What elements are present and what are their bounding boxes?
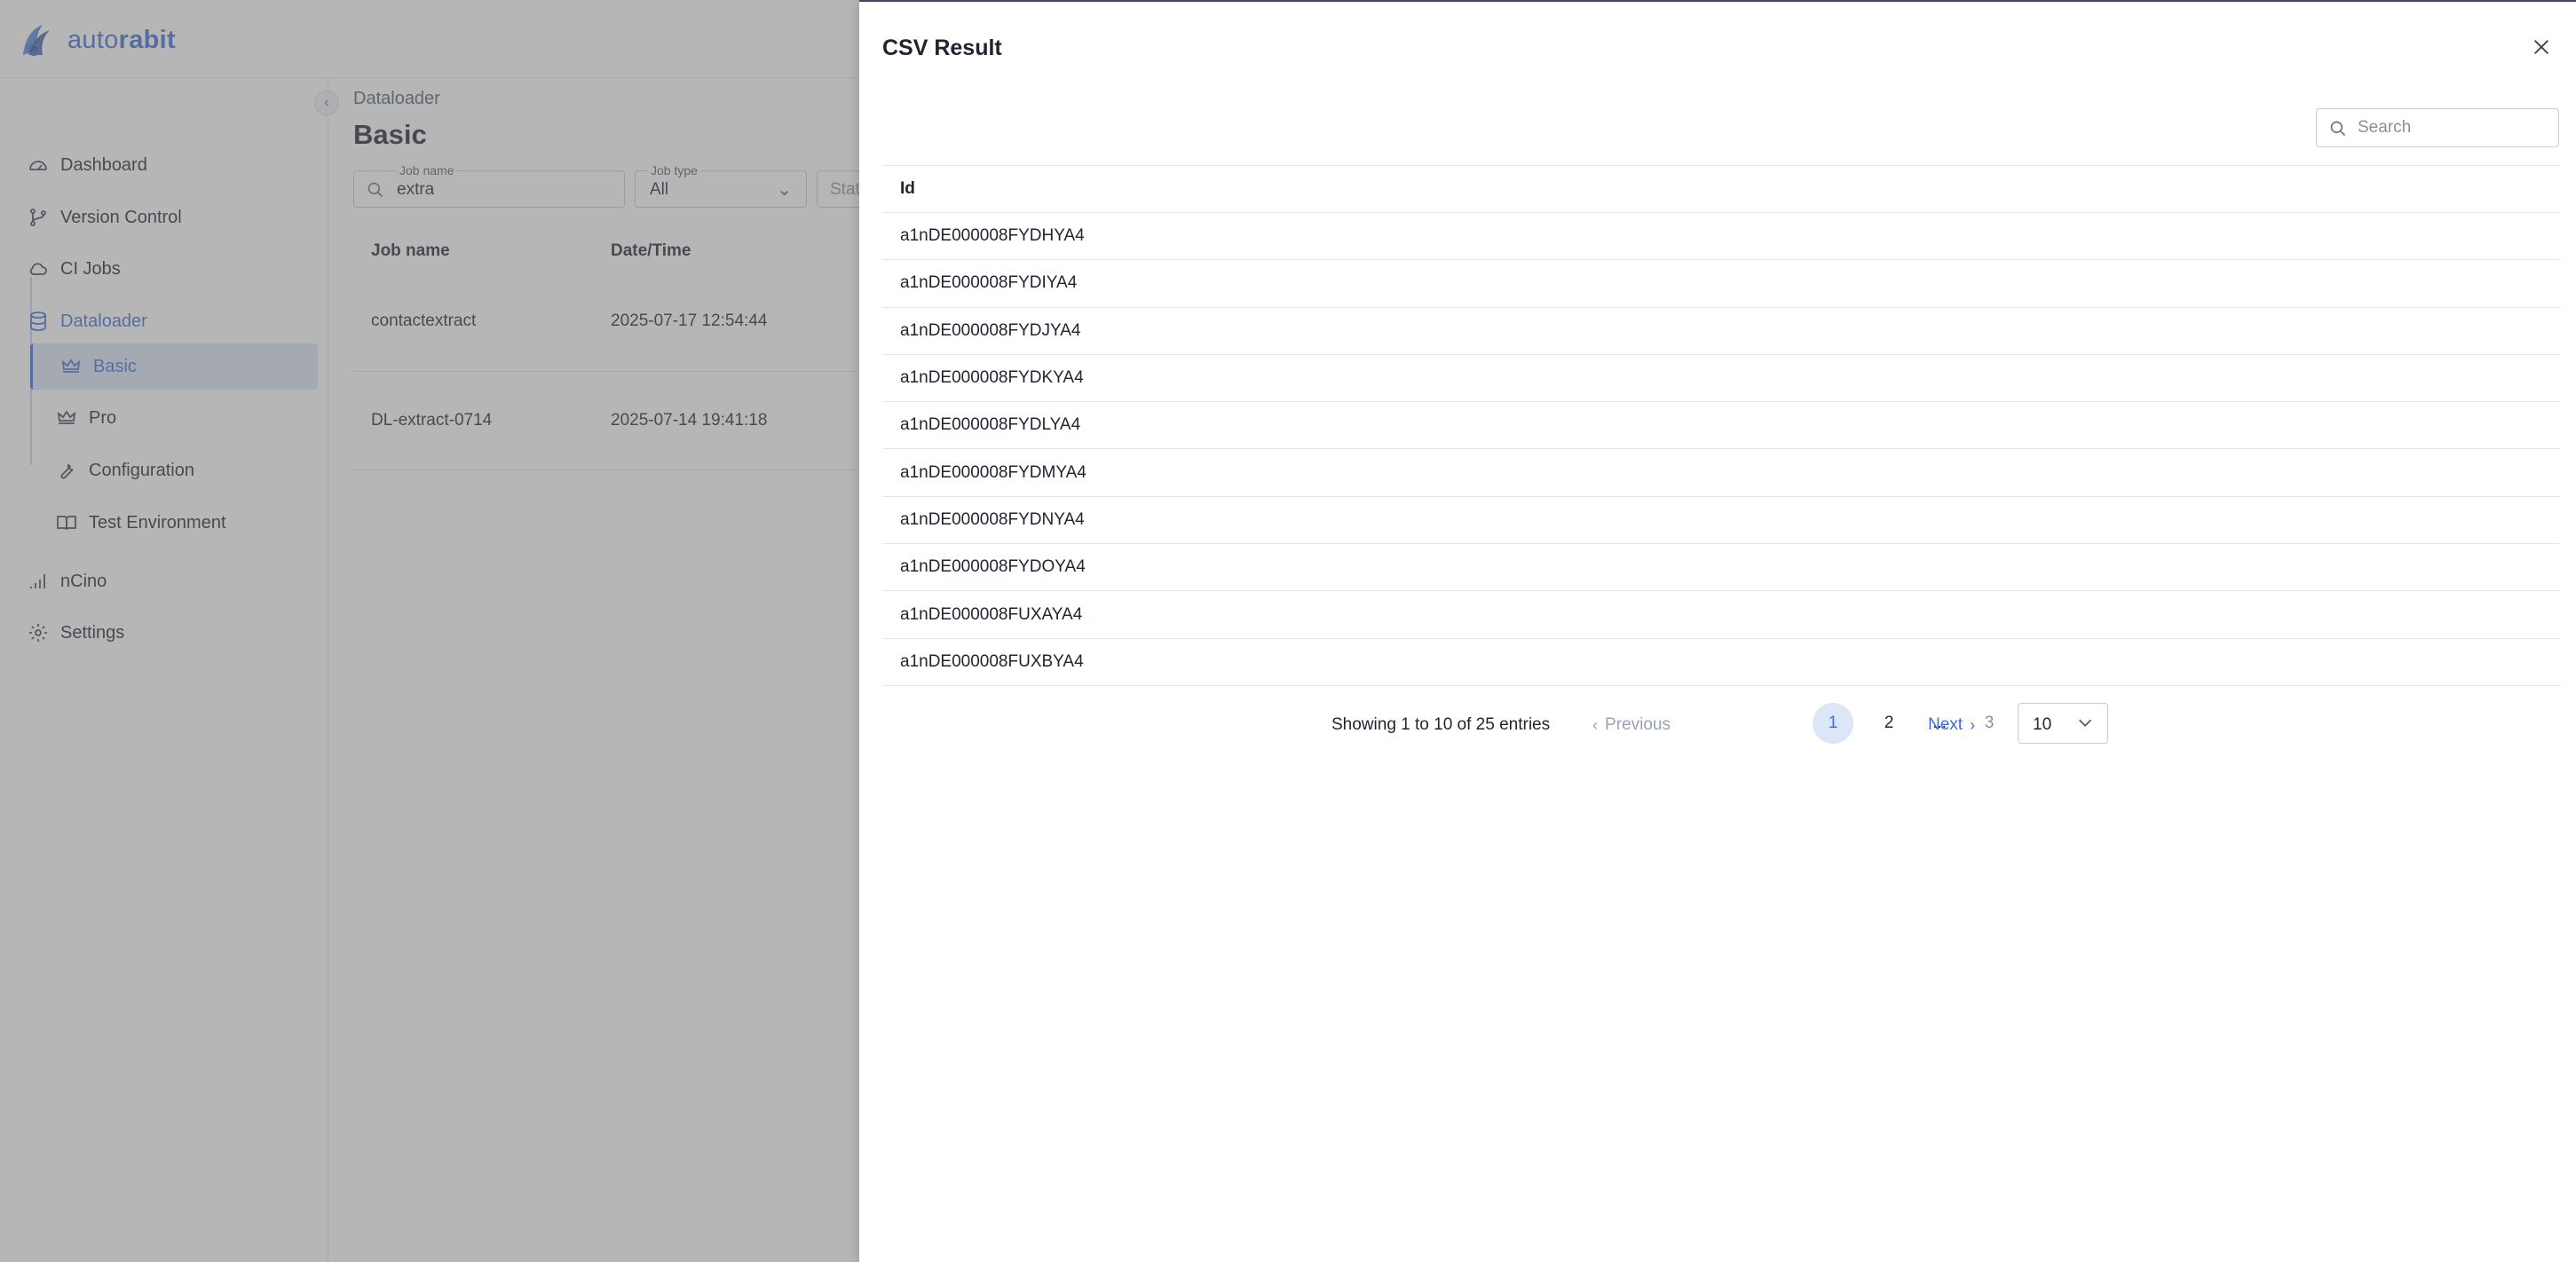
previous-label: Previous — [1605, 715, 1671, 734]
search-field[interactable] — [2316, 108, 2559, 147]
csv-result-drawer: CSV Result Id a1nDE000008FYDHYA4 a1nDE00… — [859, 0, 2576, 1262]
table-row[interactable]: a1nDE000008FUXBYA4 — [882, 639, 2560, 686]
table-row[interactable]: a1nDE000008FYDJYA4 — [882, 308, 2560, 355]
page-size-select[interactable]: 10 — [2018, 703, 2108, 744]
pagination: Showing 1 to 10 of 25 entries ‹ Previous… — [859, 703, 2576, 747]
csv-result-table: Id a1nDE000008FYDHYA4 a1nDE000008FYDIYA4… — [882, 165, 2560, 686]
page-size-value: 10 — [2033, 715, 2052, 734]
pagination-info: Showing 1 to 10 of 25 entries — [1331, 715, 1551, 734]
table-row[interactable]: a1nDE000008FYDNYA4 — [882, 497, 2560, 545]
chevron-right-icon: › — [1970, 715, 1976, 734]
next-page-button[interactable]: Next › — [1928, 715, 1982, 735]
table-row[interactable]: a1nDE000008FYDKYA4 — [882, 355, 2560, 403]
next-label: Next — [1928, 715, 1964, 734]
page-button-1[interactable]: 1 — [1813, 703, 1853, 744]
table-row[interactable]: a1nDE000008FYDMYA4 — [882, 449, 2560, 497]
search-input[interactable] — [2358, 114, 2544, 141]
close-icon — [2534, 40, 2548, 54]
table-row[interactable]: a1nDE000008FYDIYA4 — [882, 260, 2560, 308]
close-button[interactable] — [2528, 34, 2555, 60]
page-button-2[interactable]: 2 — [1869, 703, 1909, 744]
table-row[interactable]: a1nDE000008FYDLYA4 — [882, 402, 2560, 450]
column-header-id: Id — [882, 165, 2560, 213]
chevron-left-icon: ‹ — [1592, 715, 1598, 734]
search-icon — [2330, 121, 2346, 137]
chevron-down-icon — [2078, 719, 2092, 727]
table-row[interactable]: a1nDE000008FYDHYA4 — [882, 213, 2560, 261]
previous-page-button[interactable]: ‹ Previous — [1585, 715, 1671, 735]
table-row[interactable]: a1nDE000008FYDOYA4 — [882, 544, 2560, 592]
table-row[interactable]: a1nDE000008FUXAYA4 — [882, 591, 2560, 639]
drawer-title: CSV Result — [882, 35, 1002, 60]
